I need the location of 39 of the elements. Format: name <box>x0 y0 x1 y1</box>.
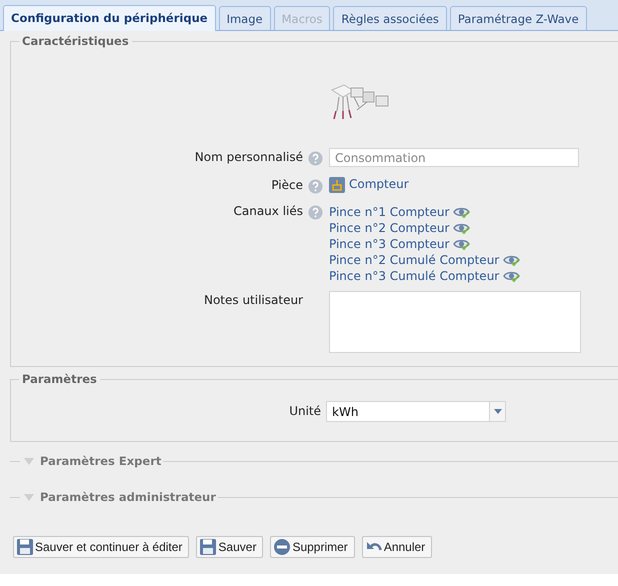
action-button[interactable]: Sauver et continuer à éditer <box>13 536 190 558</box>
eye-icon[interactable] <box>453 238 470 250</box>
collapsed-triangle-icon[interactable] <box>24 458 34 464</box>
eye-icon[interactable] <box>503 270 520 282</box>
eye-icon[interactable] <box>453 222 470 234</box>
field-label: Notes utilisateur <box>202 292 303 307</box>
notes-field[interactable] <box>329 291 581 353</box>
field-label: Pièce <box>270 177 303 192</box>
room-link[interactable]: Compteur <box>349 177 409 191</box>
help-icon[interactable] <box>308 179 323 194</box>
eye-icon[interactable] <box>453 206 470 218</box>
channel-link[interactable]: Pince n°3 Cumulé Compteur <box>329 268 500 282</box>
action-button[interactable]: Supprimer <box>270 536 355 558</box>
field-label: Unité <box>288 403 321 418</box>
field-label: Canaux liés <box>232 204 303 218</box>
unit-select[interactable]: kWh <box>326 401 506 422</box>
section-toggle[interactable]: Paramètres Expert <box>38 454 164 468</box>
tab[interactable]: Configuration du périphérique <box>3 5 216 31</box>
action-button[interactable]: Annuler <box>362 536 432 558</box>
channel-link[interactable]: Pince n°2 Compteur <box>329 220 450 234</box>
section-toggle[interactable]: Paramètres administrateur <box>38 490 218 504</box>
name-field[interactable]: Consommation <box>329 148 579 167</box>
eye-icon[interactable] <box>503 254 520 266</box>
field-label: Nom personnalisé <box>194 149 303 164</box>
channel-link[interactable]: Pince n°1 Compteur <box>329 204 450 218</box>
help-icon[interactable] <box>308 205 323 220</box>
tab[interactable]: Image <box>218 6 271 30</box>
section-legend: Paramètres <box>19 372 100 386</box>
section-legend: Caractéristiques <box>19 34 132 48</box>
tab[interactable]: Règles associées <box>333 6 447 30</box>
channel-link[interactable]: Pince n°2 Cumulé Compteur <box>329 252 500 266</box>
channel-link[interactable]: Pince n°3 Compteur <box>329 236 450 250</box>
caret-icon <box>494 409 502 414</box>
tab[interactable]: Paramétrage Z-Wave <box>450 6 587 30</box>
help-icon[interactable] <box>308 151 323 166</box>
collapsed-triangle-icon[interactable] <box>24 494 34 500</box>
action-button[interactable]: Sauver <box>196 536 264 558</box>
room-icon <box>329 177 345 193</box>
minus-circle-icon <box>273 538 292 556</box>
